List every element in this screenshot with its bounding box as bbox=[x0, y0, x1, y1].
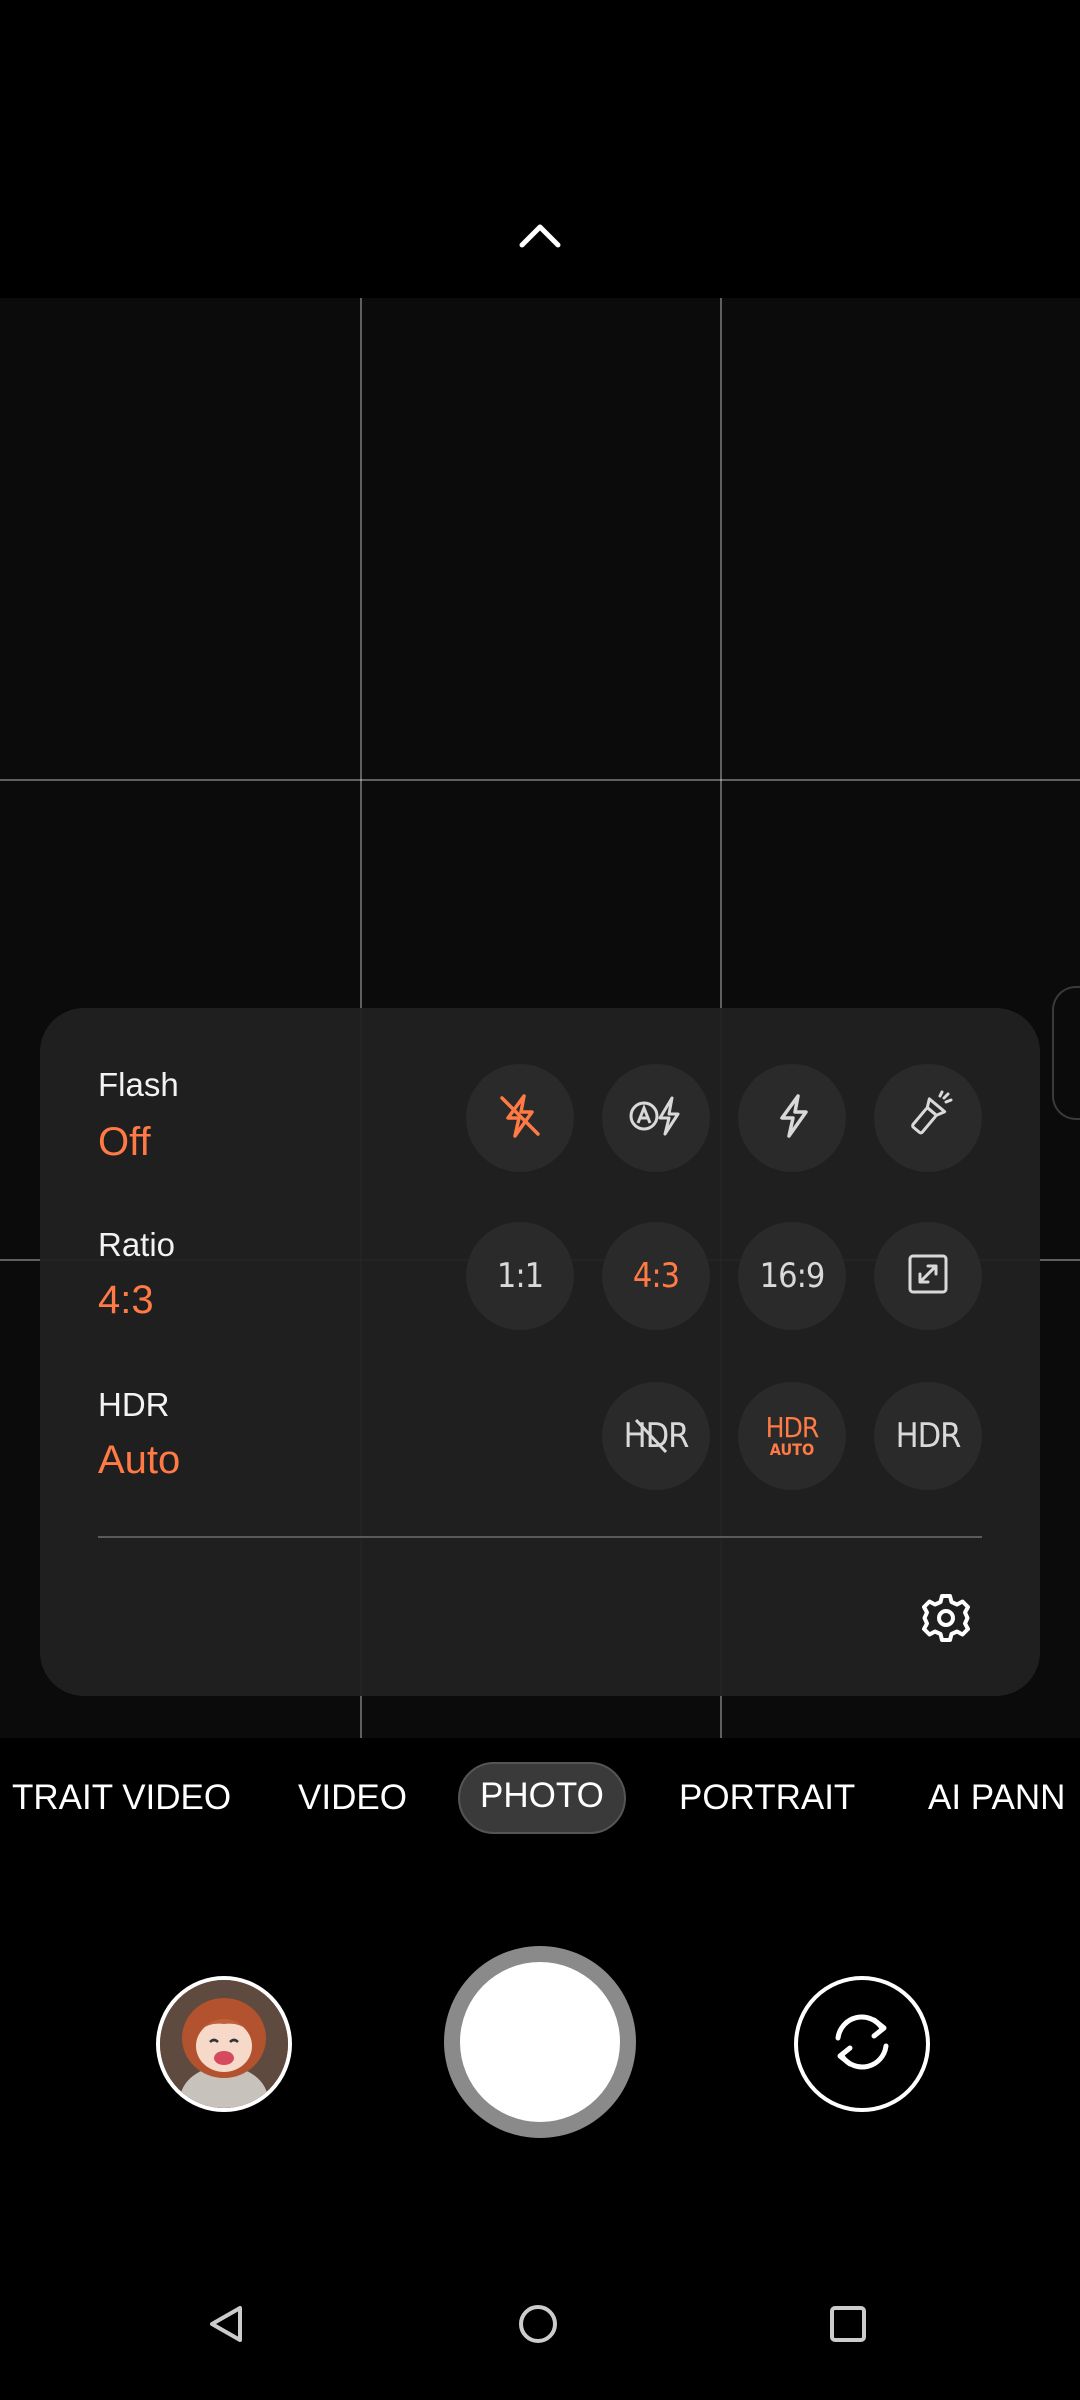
flash-auto-button[interactable] bbox=[602, 1064, 710, 1172]
mode-portrait[interactable]: PORTRAIT bbox=[679, 1764, 855, 1832]
flash-off-icon bbox=[494, 1090, 546, 1146]
back-triangle-icon bbox=[204, 2302, 248, 2351]
ratio-16-9-button[interactable]: 16:9 bbox=[738, 1222, 846, 1330]
ratio-1-1-label: 1:1 bbox=[496, 1256, 544, 1296]
home-circle-icon bbox=[516, 2302, 560, 2351]
hdr-value: Auto bbox=[98, 1438, 181, 1482]
expand-chevron-up-icon[interactable] bbox=[505, 200, 575, 270]
flash-on-icon bbox=[766, 1090, 818, 1146]
shutter-inner bbox=[460, 1962, 620, 2122]
hdr-auto-icon: HDR AUTO bbox=[765, 1411, 820, 1459]
flash-on-button[interactable] bbox=[738, 1064, 846, 1172]
hdr-auto-sublabel: AUTO bbox=[769, 1440, 815, 1459]
switch-camera-button[interactable] bbox=[794, 1976, 930, 2112]
quick-settings-panel: Flash Off Ratio 4:3 1:1 4:3 16:9 HDR Aut… bbox=[40, 1008, 1040, 1696]
settings-button[interactable] bbox=[914, 1588, 978, 1652]
mode-ai-panorama[interactable]: AI PANN bbox=[928, 1764, 1065, 1832]
nav-home-button[interactable] bbox=[508, 2296, 568, 2356]
hdr-off-icon: HDR bbox=[624, 1416, 690, 1456]
ratio-4-3-button[interactable]: 4:3 bbox=[602, 1222, 710, 1330]
mode-video[interactable]: VIDEO bbox=[298, 1764, 407, 1832]
grid-line bbox=[0, 779, 1080, 781]
switch-camera-icon bbox=[822, 2002, 902, 2087]
shutter-button[interactable] bbox=[444, 1946, 636, 2138]
flash-off-button[interactable] bbox=[466, 1064, 574, 1172]
ratio-value: 4:3 bbox=[98, 1278, 154, 1322]
mode-photo[interactable]: PHOTO bbox=[458, 1762, 626, 1834]
ratio-4-3-label: 4:3 bbox=[632, 1256, 680, 1296]
ratio-full-button[interactable] bbox=[874, 1222, 982, 1330]
nav-back-button[interactable] bbox=[196, 2296, 256, 2356]
hdr-on-label: HDR bbox=[895, 1416, 962, 1456]
torch-button[interactable] bbox=[874, 1064, 982, 1172]
mode-selector: TRAIT VIDEO VIDEO PHOTO PORTRAIT AI PANN bbox=[0, 1760, 1080, 1836]
panel-divider bbox=[98, 1536, 982, 1538]
hdr-auto-label: HDR bbox=[765, 1411, 820, 1444]
hdr-off-button[interactable]: HDR bbox=[602, 1382, 710, 1490]
flash-value: Off bbox=[98, 1120, 151, 1164]
hdr-auto-button[interactable]: HDR AUTO bbox=[738, 1382, 846, 1490]
torch-icon bbox=[902, 1090, 954, 1146]
nav-recents-button[interactable] bbox=[818, 2296, 878, 2356]
ratio-16-9-label: 16:9 bbox=[759, 1256, 826, 1296]
recents-square-icon bbox=[826, 2302, 870, 2351]
fullscreen-expand-icon bbox=[904, 1250, 952, 1302]
mode-portrait-video[interactable]: TRAIT VIDEO bbox=[12, 1764, 231, 1832]
gear-icon bbox=[920, 1592, 972, 1649]
side-panel-handle[interactable] bbox=[1052, 986, 1080, 1120]
ratio-1-1-button[interactable]: 1:1 bbox=[466, 1222, 574, 1330]
flash-label: Flash bbox=[98, 1066, 179, 1103]
gallery-thumbnail[interactable] bbox=[156, 1976, 292, 2112]
ratio-label: Ratio bbox=[98, 1226, 176, 1263]
flash-auto-icon bbox=[626, 1090, 686, 1146]
hdr-label: HDR bbox=[98, 1386, 170, 1423]
hdr-on-button[interactable]: HDR bbox=[874, 1382, 982, 1490]
